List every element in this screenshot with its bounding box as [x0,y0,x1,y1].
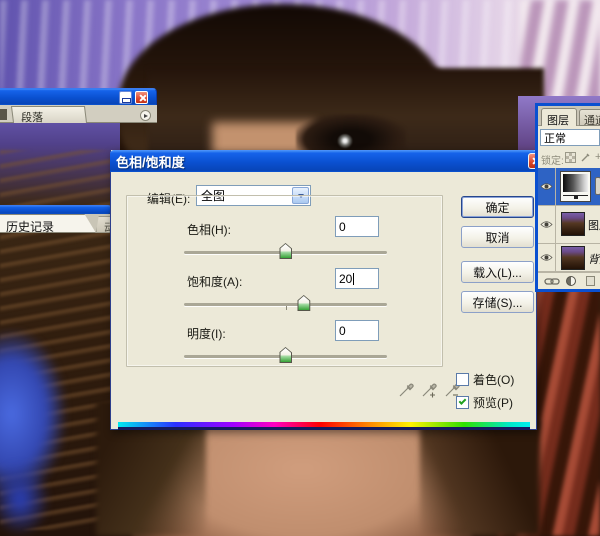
photo-eye [337,134,353,149]
lightness-slider-thumb[interactable] [279,347,292,363]
text-caret [353,272,355,285]
photo-hair-bottom-right [420,420,540,536]
visibility-eye-icon[interactable] [538,168,556,205]
layers-palette-footer [538,272,600,289]
adjustment-layer-thumbnail[interactable] [560,171,591,202]
hue-slider[interactable] [184,243,387,259]
history-actions-palette: 历史记录 动作 [0,205,130,233]
saturation-label: 饱和度(A): [187,275,243,289]
layer-mask-thumbnail[interactable] [595,177,600,195]
lightness-label: 明度(I): [187,327,226,341]
lightness-input[interactable]: 0 [335,320,379,341]
photo-blue-light-bottom [0,462,50,536]
dialog-title: 色相/饱和度 [116,155,185,170]
load-button[interactable]: 载入(L)... [461,261,534,283]
group-box [126,195,443,367]
hue-value: 0 [339,219,346,234]
saturation-slider[interactable] [184,295,387,311]
tab-paragraph[interactable]: 段落 [10,106,88,124]
layer-name: 背景 [588,254,600,266]
lock-row: 锁定: + [538,148,600,168]
layer-thumbnail[interactable] [561,246,585,270]
saturation-slider-thumb[interactable] [297,295,311,311]
colorize-label: 着色(O) [473,373,515,387]
lock-transparency-icon[interactable] [565,152,576,163]
link-layers-icon[interactable] [544,277,560,286]
palette-menu-icon[interactable] [140,110,151,121]
layer-row-background[interactable]: 背景 [538,244,600,272]
thumbnail-slider [563,195,588,196]
layers-palette-tabs: 图层 通道 [538,106,600,127]
tab-channels[interactable]: 通道 [579,109,600,127]
hue-input[interactable]: 0 [335,216,379,237]
minimize-icon[interactable] [119,91,132,104]
save-button[interactable]: 存储(S)... [461,291,534,313]
tab-layers[interactable]: 图层 [541,108,577,127]
tab-history[interactable]: 历史记录 [0,214,96,233]
paragraph-palette: 段落 [0,88,157,124]
hue-saturation-dialog: 色相/饱和度 编辑(E): 全图 色相(H): 0 饱和度(A): 20 明度(… [110,150,542,430]
check-icon [458,397,467,406]
blend-mode-select[interactable]: 正常 [540,129,600,146]
visibility-eye-icon[interactable] [538,206,556,243]
history-palette-tabs: 历史记录 动作 [0,214,130,233]
paragraph-palette-tabs: 段落 [0,105,157,124]
dialog-titlebar[interactable]: 色相/饱和度 [110,150,537,172]
layer-list: 图层 1 背景 [538,168,600,272]
character-tab-fragment[interactable] [0,109,7,120]
thumbnail-gradient [563,174,588,192]
preview-label: 预览(P) [473,396,513,410]
lock-paint-icon[interactable] [580,152,591,163]
lock-label: 锁定: [541,156,564,167]
thumb-face [280,244,291,258]
history-palette-titlebar[interactable] [0,205,112,214]
visibility-eye-icon[interactable] [538,244,556,271]
colorize-checkbox[interactable] [456,373,469,386]
layer-row-adjustment[interactable] [538,168,600,206]
lightness-value: 0 [339,323,346,338]
eyedropper-plus-icon[interactable] [421,381,438,398]
preview-checkbox[interactable] [456,396,469,409]
layers-palette: 图层 通道 正常 锁定: + [535,103,600,292]
layer-name: 图层 1 [588,220,600,232]
thumb-face [280,348,291,362]
ok-button[interactable]: 确定 [461,196,534,218]
photoshop-workspace: 段落 历史记录 动作 色相/饱和度 编辑(E): 全图 色相(H): 0 [0,0,600,536]
preview-row: 预览(P) [456,394,513,411]
new-layer-icon[interactable] [586,276,595,286]
hue-label: 色相(H): [187,223,231,237]
paragraph-palette-titlebar[interactable] [0,88,157,105]
layer-thumbnail[interactable] [561,212,585,236]
saturation-input[interactable]: 20 [335,268,379,289]
adjustment-layer-icon[interactable] [566,276,576,286]
blend-mode-row: 正常 [538,126,600,148]
cancel-button[interactable]: 取消 [461,226,534,248]
hue-spectrum-bar-secondary [118,427,530,430]
slider-center-tick [285,306,287,310]
lock-position-icon[interactable]: + [595,151,600,163]
thumb-face [298,296,310,310]
hue-slider-thumb[interactable] [279,243,292,259]
close-icon[interactable] [135,91,148,104]
x-glyph [139,95,145,101]
colorize-row: 着色(O) [456,371,514,388]
tab-paragraph-label: 段落 [21,112,44,124]
layer-row-layer1[interactable]: 图层 1 [538,206,600,244]
eyedropper-icon[interactable] [398,381,415,398]
saturation-value: 20 [339,271,353,286]
lightness-slider[interactable] [184,347,387,363]
blend-mode-value: 正常 [544,132,566,145]
